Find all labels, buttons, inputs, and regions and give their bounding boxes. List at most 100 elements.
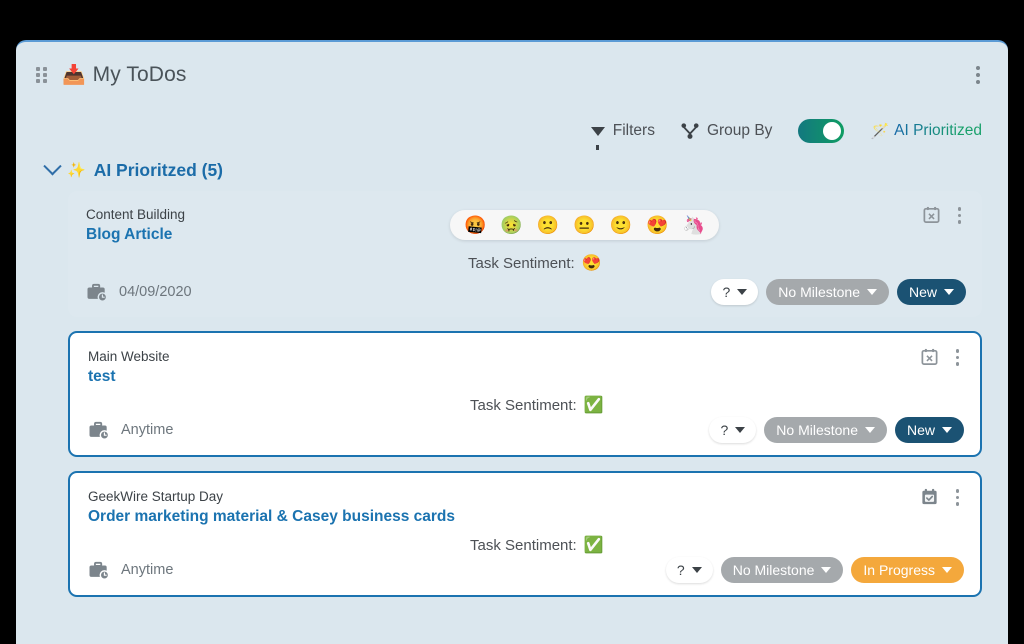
- task-list: Content Building Blog Article 🤬 🤢 🙁 😐 🙂 …: [16, 191, 1008, 597]
- status-pill-label: In Progress: [863, 562, 935, 578]
- task-pills: ? No Milestone New: [711, 279, 966, 305]
- ai-prioritized-toggle[interactable]: [798, 119, 845, 143]
- status-pill[interactable]: New: [896, 279, 966, 305]
- chevron-down-icon: [864, 427, 875, 433]
- priority-pill[interactable]: ?: [711, 279, 759, 305]
- task-kebab-menu-icon[interactable]: [953, 205, 967, 226]
- status-pill-label: New: [908, 284, 937, 300]
- task-sentiment-emoji: ✅: [583, 537, 604, 554]
- task-card[interactable]: Content Building Blog Article 🤬 🤢 🙁 😐 🙂 …: [68, 191, 982, 317]
- task-card-icons: [922, 205, 967, 226]
- calendar-cancel-icon[interactable]: [922, 205, 941, 224]
- task-due: 04/09/2020: [86, 283, 192, 302]
- chevron-down-icon: [691, 567, 702, 573]
- emoji-option-angry[interactable]: 🤬: [464, 216, 486, 234]
- emoji-option-neutral[interactable]: 😐: [573, 216, 595, 234]
- task-card-footer: Anytime ? No Milestone In Progress: [88, 557, 964, 583]
- chevron-down-icon: [821, 567, 832, 573]
- task-pills: ? No Milestone New: [709, 417, 964, 443]
- task-card-icons: [920, 347, 965, 368]
- emoji-sentiment-picker[interactable]: 🤬 🤢 🙁 😐 🙂 😍 🦄: [450, 210, 719, 240]
- window-header: 📥 My ToDos: [16, 42, 1008, 108]
- emoji-option-frown[interactable]: 🙁: [537, 216, 559, 234]
- app-window: 📥 My ToDos Filters Group By 🪄 AI Priorit…: [16, 40, 1008, 644]
- milestone-pill[interactable]: No Milestone: [764, 417, 887, 443]
- status-pill[interactable]: New: [894, 417, 964, 443]
- chevron-down-icon[interactable]: [43, 157, 62, 176]
- group-header-ai-prioritized[interactable]: ✨ AI Prioritzed (5): [16, 154, 1008, 191]
- briefcase-clock-icon: [89, 421, 110, 440]
- priority-pill[interactable]: ?: [709, 417, 757, 443]
- status-pill[interactable]: In Progress: [851, 557, 964, 583]
- funnel-icon: [590, 126, 605, 150]
- milestone-pill-label: No Milestone: [732, 562, 815, 578]
- inbox-tray-icon: 📥: [62, 64, 86, 86]
- emoji-option-nauseated[interactable]: 🤢: [500, 216, 522, 234]
- task-due: Anytime: [88, 561, 173, 580]
- task-sentiment-label: Task Sentiment:: [468, 254, 575, 272]
- filters-button[interactable]: Filters: [590, 122, 655, 150]
- sparkle-icon: ✨: [67, 162, 86, 179]
- toolbar: Filters Group By 🪄 AI Prioritized: [16, 108, 1008, 154]
- task-due-text: Anytime: [121, 422, 174, 438]
- task-due-text: Anytime: [121, 562, 174, 578]
- task-card[interactable]: GeekWire Startup Day Order marketing mat…: [68, 471, 982, 597]
- task-sentiment-emoji: 😍: [581, 255, 602, 272]
- page-title: My ToDos: [92, 63, 187, 86]
- task-due: Anytime: [88, 421, 173, 440]
- task-kebab-menu-icon[interactable]: [951, 487, 965, 508]
- milestone-pill-label: No Milestone: [778, 284, 860, 300]
- project-name: Main Website: [88, 349, 170, 364]
- chevron-down-icon: [735, 427, 746, 433]
- task-card-footer: 04/09/2020 ? No Milestone New: [86, 279, 966, 305]
- milestone-pill[interactable]: No Milestone: [720, 557, 844, 583]
- group-title: AI Prioritzed (5): [93, 160, 224, 180]
- task-sentiment-emoji: ✅: [583, 397, 604, 414]
- status-pill-label: New: [906, 422, 935, 438]
- task-card-icons: [920, 487, 965, 508]
- chevron-down-icon: [944, 289, 954, 295]
- task-pills: ? No Milestone In Progress: [665, 557, 964, 583]
- briefcase-clock-icon: [89, 561, 110, 580]
- task-sentiment: Task Sentiment: ✅: [470, 535, 604, 555]
- task-sentiment-label: Task Sentiment:: [470, 536, 577, 554]
- priority-pill-label: ?: [676, 562, 685, 578]
- emoji-option-unicorn[interactable]: 🦄: [683, 216, 705, 234]
- ai-prioritized-label: AI Prioritized: [894, 122, 982, 139]
- calendar-cancel-icon[interactable]: [920, 347, 939, 366]
- task-sentiment: Task Sentiment: ✅: [470, 395, 604, 415]
- chevron-down-icon: [866, 289, 877, 295]
- task-kebab-menu-icon[interactable]: [951, 347, 965, 368]
- chevron-down-icon: [942, 567, 952, 573]
- priority-pill-label: ?: [720, 422, 729, 438]
- task-card-main: GeekWire Startup Day Order marketing mat…: [88, 489, 960, 526]
- task-title[interactable]: Order marketing material & Casey busines…: [88, 508, 960, 526]
- chevron-down-icon: [737, 289, 748, 295]
- task-card-footer: Anytime ? No Milestone New: [88, 417, 964, 443]
- ai-prioritized-label-group[interactable]: 🪄 AI Prioritized: [870, 122, 982, 140]
- task-due-text: 04/09/2020: [119, 284, 192, 300]
- emoji-option-smile[interactable]: 🙂: [610, 216, 632, 234]
- priority-pill[interactable]: ?: [665, 557, 713, 583]
- group-by-button[interactable]: Group By: [681, 122, 772, 140]
- task-card-main: Main Website test: [88, 349, 960, 386]
- task-title[interactable]: test: [88, 368, 960, 386]
- filters-label: Filters: [612, 122, 655, 139]
- milestone-pill-label: No Milestone: [776, 422, 858, 438]
- magic-wand-icon: 🪄: [870, 122, 890, 140]
- briefcase-clock-icon: [87, 283, 108, 302]
- group-by-label: Group By: [706, 122, 773, 139]
- window-kebab-menu-icon[interactable]: [970, 62, 986, 88]
- task-card[interactable]: Main Website test Task Sentiment: ✅ Anyt…: [68, 331, 982, 457]
- calendar-check-icon[interactable]: [920, 487, 939, 506]
- priority-pill-label: ?: [722, 284, 731, 300]
- milestone-pill[interactable]: No Milestone: [766, 279, 889, 305]
- task-sentiment: Task Sentiment: 😍: [468, 253, 602, 273]
- task-sentiment-label: Task Sentiment:: [470, 396, 577, 414]
- chevron-down-icon: [942, 427, 952, 433]
- emoji-option-heart-eyes[interactable]: 😍: [646, 216, 668, 234]
- drag-handle-icon[interactable]: [36, 67, 50, 83]
- toggle-knob: [823, 122, 842, 140]
- hierarchy-icon: [681, 123, 699, 139]
- project-name: GeekWire Startup Day: [88, 489, 224, 504]
